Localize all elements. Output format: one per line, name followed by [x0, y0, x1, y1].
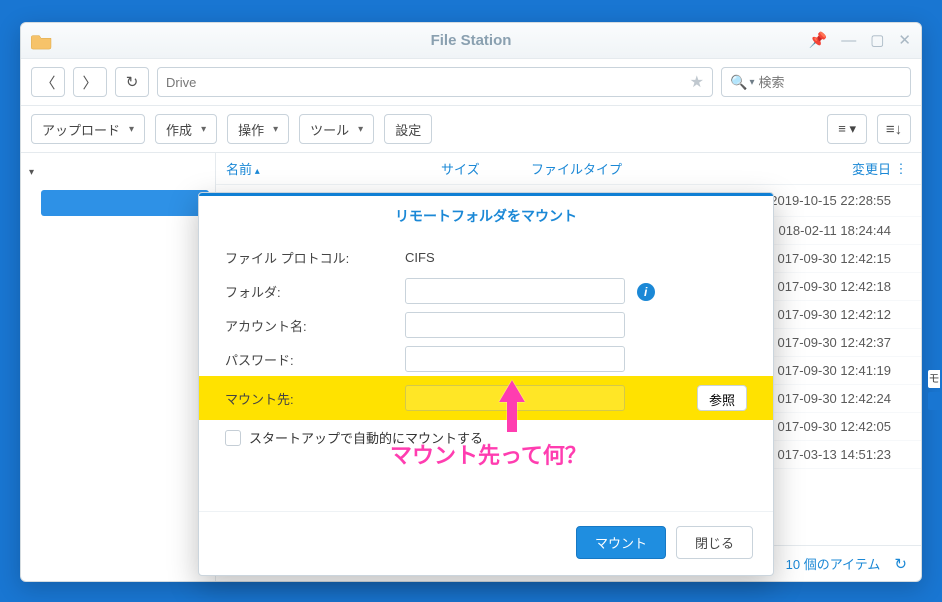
sidebar-item[interactable] — [41, 400, 209, 426]
account-label: アカウント名: — [225, 316, 395, 335]
nav-refresh-button[interactable]: ↻ — [115, 67, 149, 97]
search-input[interactable] — [758, 75, 902, 90]
search-icon: 🔍 — [730, 74, 747, 91]
browse-button[interactable]: 参照 — [697, 385, 747, 411]
sidebar-item[interactable] — [41, 280, 209, 306]
info-icon[interactable]: i — [637, 283, 655, 301]
favorite-star-icon[interactable]: ★ — [690, 72, 704, 92]
field-protocol: ファイル プロトコル: CIFS — [225, 240, 747, 274]
nav-forward-button[interactable]: 〉 — [73, 67, 107, 97]
search-caret-icon[interactable]: ▾ — [749, 77, 754, 88]
field-account: アカウント名: — [225, 308, 747, 342]
annotation-arrow-icon — [495, 376, 529, 436]
titlebar: File Station 📌 — ▢ ✕ — [21, 23, 921, 59]
path-input[interactable]: Drive ★ — [157, 67, 713, 97]
sort-button[interactable]: ≡↓ — [877, 114, 911, 144]
minimize-icon[interactable]: — — [841, 33, 856, 48]
close-button[interactable]: 閉じる — [676, 526, 753, 559]
navigation-toolbar: 〈 〉 ↻ Drive ★ 🔍 ▾ — [21, 59, 921, 106]
sidebar-item[interactable] — [41, 340, 209, 366]
sidebar-item[interactable] — [41, 310, 209, 336]
item-count-label: 10 個のアイテム — [786, 554, 881, 573]
tool-button[interactable]: ツール — [299, 114, 374, 144]
protocol-label: ファイル プロトコル: — [225, 248, 395, 267]
path-text: Drive — [166, 75, 196, 90]
search-box[interactable]: 🔍 ▾ — [721, 67, 911, 97]
chevron-down-icon[interactable]: ▾ — [29, 167, 34, 178]
window-controls: 📌 — ▢ ✕ — [809, 33, 911, 48]
annotation-text: マウント先って何？ — [390, 438, 587, 470]
mount-to-label: マウント先: — [225, 389, 395, 408]
col-type[interactable]: ファイルタイプ — [531, 159, 691, 178]
action-toolbar: アップロード 作成 操作 ツール 設定 ≡ ▾ ≡↓ — [21, 106, 921, 153]
folder-label: フォルダ: — [225, 282, 395, 301]
password-input[interactable] — [405, 346, 625, 372]
action-button[interactable]: 操作 — [227, 114, 289, 144]
highlighted-mount-field: マウント先: 参照 — [199, 376, 773, 420]
tree-root[interactable]: ▾ — [27, 159, 209, 186]
footer-refresh-icon[interactable]: ↻ — [894, 555, 907, 573]
pin-icon[interactable]: 📌 — [809, 33, 828, 48]
edge-decoration: モ — [928, 370, 940, 414]
col-menu-icon[interactable]: ⋮ — [891, 161, 911, 177]
window-title: File Station — [21, 32, 921, 49]
dialog-title: リモートフォルダをマウント — [199, 196, 773, 230]
protocol-value: CIFS — [405, 250, 687, 265]
auto-mount-checkbox[interactable] — [225, 430, 241, 446]
field-folder: フォルダ: i — [225, 274, 747, 308]
sidebar: ▾ — [21, 153, 216, 581]
mount-remote-folder-dialog: リモートフォルダをマウント ファイル プロトコル: CIFS フォルダ: i ア… — [198, 192, 774, 576]
sidebar-item-selected[interactable] — [41, 190, 209, 216]
sidebar-item[interactable] — [41, 220, 209, 246]
col-size[interactable]: サイズ — [441, 159, 531, 178]
tree-root-label — [40, 163, 59, 182]
settings-button[interactable]: 設定 — [384, 114, 432, 144]
col-name[interactable]: 名前 — [226, 159, 441, 178]
maximize-icon[interactable]: ▢ — [870, 33, 884, 48]
close-icon[interactable]: ✕ — [898, 33, 911, 48]
view-mode-button[interactable]: ≡ ▾ — [827, 114, 867, 144]
nav-back-button[interactable]: 〈 — [31, 67, 65, 97]
mount-button[interactable]: マウント — [576, 526, 666, 559]
col-modified[interactable]: 変更日 — [691, 159, 891, 178]
account-input[interactable] — [405, 312, 625, 338]
dialog-footer: マウント 閉じる — [199, 511, 773, 575]
folder-input[interactable] — [405, 278, 625, 304]
sidebar-item[interactable] — [41, 370, 209, 396]
field-password: パスワード: — [225, 342, 747, 376]
create-button[interactable]: 作成 — [155, 114, 217, 144]
password-label: パスワード: — [225, 350, 395, 369]
app-folder-icon — [31, 32, 53, 50]
sidebar-item[interactable] — [41, 250, 209, 276]
sidebar-item[interactable] — [41, 430, 209, 456]
upload-button[interactable]: アップロード — [31, 114, 145, 144]
column-headers: 名前 サイズ ファイルタイプ 変更日 ⋮ — [216, 153, 921, 185]
